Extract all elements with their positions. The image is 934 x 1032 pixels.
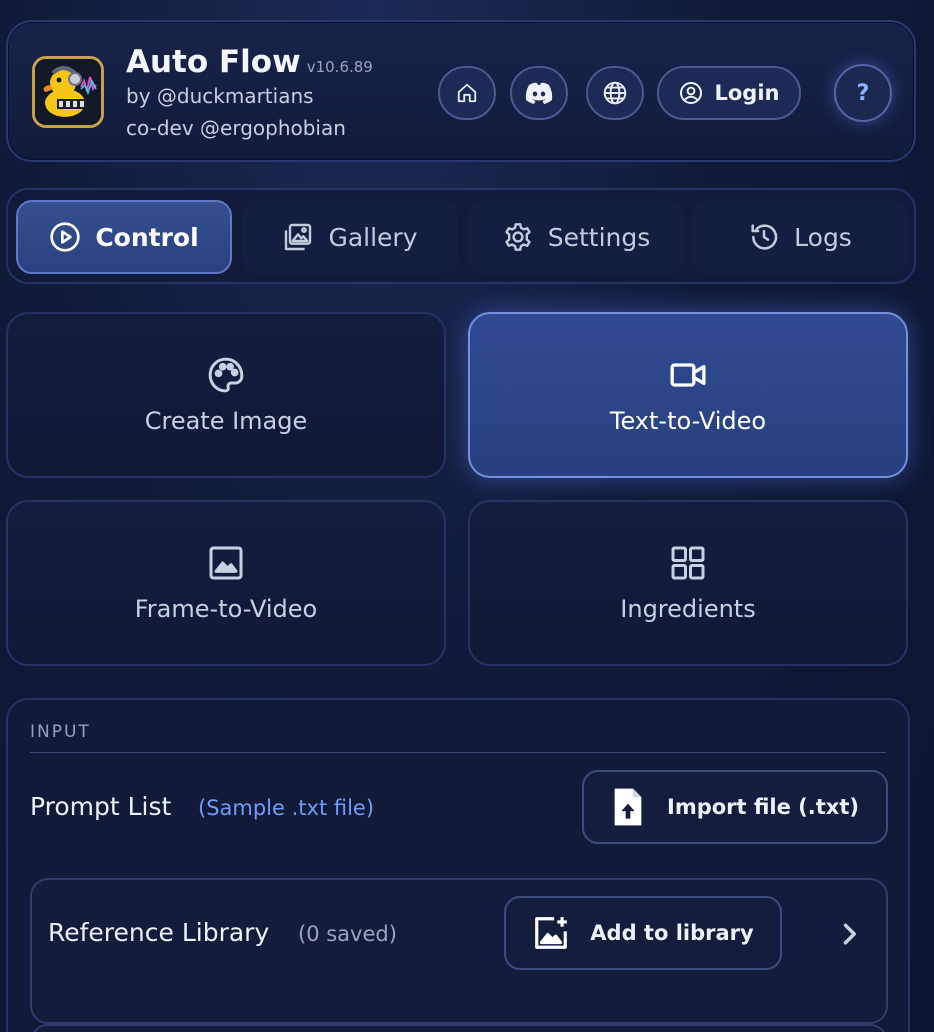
login-label: Login: [714, 81, 780, 105]
prompt-text-area[interactable]: [30, 1024, 888, 1032]
sample-file-link[interactable]: (Sample .txt file): [198, 796, 374, 820]
prompt-list-label: Prompt List: [30, 792, 172, 821]
help-button[interactable]: ?: [834, 64, 892, 122]
discord-icon: [525, 82, 553, 104]
import-file-button[interactable]: Import file (.txt): [582, 770, 888, 844]
tab-logs[interactable]: Logs: [692, 200, 908, 274]
mode-text-to-video-label: Text-to-Video: [609, 407, 767, 435]
tab-control-label: Control: [95, 222, 199, 252]
mode-frame-to-video-label: Frame-to-Video: [134, 595, 318, 623]
app-title: Auto Flow v10.6.89: [126, 44, 373, 80]
add-to-library-button[interactable]: Add to library: [504, 896, 782, 970]
section-divider: [30, 752, 886, 753]
globe-icon: [603, 81, 627, 105]
auto-flow-panel: Auto Flow v10.6.89 by @duckmartians co-de…: [0, 0, 934, 1032]
tab-settings[interactable]: Settings: [468, 200, 684, 274]
reference-library-count: (0 saved): [298, 922, 397, 946]
reference-library: Reference Library (0 saved) Add to libra…: [30, 878, 888, 1024]
tab-control[interactable]: Control: [16, 200, 232, 274]
reference-library-label: Reference Library: [48, 918, 270, 947]
app-name: Auto Flow: [126, 44, 301, 80]
import-file-label: Import file (.txt): [667, 795, 859, 819]
home-icon: [457, 83, 477, 103]
gallery-icon: [285, 223, 312, 251]
discord-button[interactable]: [510, 66, 568, 120]
input-panel: INPUT Prompt List (Sample .txt file) Imp…: [6, 698, 910, 1032]
mode-text-to-video[interactable]: Text-to-Video: [468, 312, 908, 478]
app-header: Auto Flow v10.6.89 by @duckmartians co-de…: [6, 20, 916, 162]
main-tabs: Control Gallery Settings Logs: [6, 188, 916, 284]
image-plus-icon: [535, 917, 568, 949]
codev-line: co-dev @ergophobian: [126, 116, 346, 140]
play-circle-icon: [50, 222, 80, 252]
tab-settings-label: Settings: [547, 222, 651, 252]
gear-icon: [505, 223, 531, 251]
image-icon: [209, 546, 243, 580]
tab-logs-label: Logs: [794, 222, 852, 252]
section-label-input: INPUT: [30, 722, 91, 742]
mode-ingredients-label: Ingredients: [620, 595, 756, 623]
website-button[interactable]: [586, 66, 644, 120]
duck-logo-icon: [32, 56, 104, 128]
add-to-library-label: Add to library: [590, 921, 754, 945]
video-camera-icon: [670, 363, 706, 387]
history-icon: [751, 224, 778, 250]
tab-gallery[interactable]: Gallery: [242, 200, 458, 274]
help-label: ?: [856, 80, 870, 106]
login-button[interactable]: Login: [657, 66, 801, 120]
mode-ingredients[interactable]: Ingredients: [468, 500, 908, 666]
palette-icon: [208, 357, 244, 393]
chevron-right-icon[interactable]: [838, 920, 860, 948]
app-version: v10.6.89: [306, 58, 373, 76]
grid-icon: [671, 546, 705, 580]
mode-create-image-label: Create Image: [144, 407, 308, 435]
author-line: by @duckmartians: [126, 84, 314, 108]
tab-gallery-label: Gallery: [328, 222, 418, 252]
file-upload-icon: [614, 788, 642, 826]
home-button[interactable]: [438, 66, 496, 120]
mode-create-image[interactable]: Create Image: [6, 312, 446, 478]
mode-frame-to-video[interactable]: Frame-to-Video: [6, 500, 446, 666]
user-circle-icon: [679, 82, 702, 104]
